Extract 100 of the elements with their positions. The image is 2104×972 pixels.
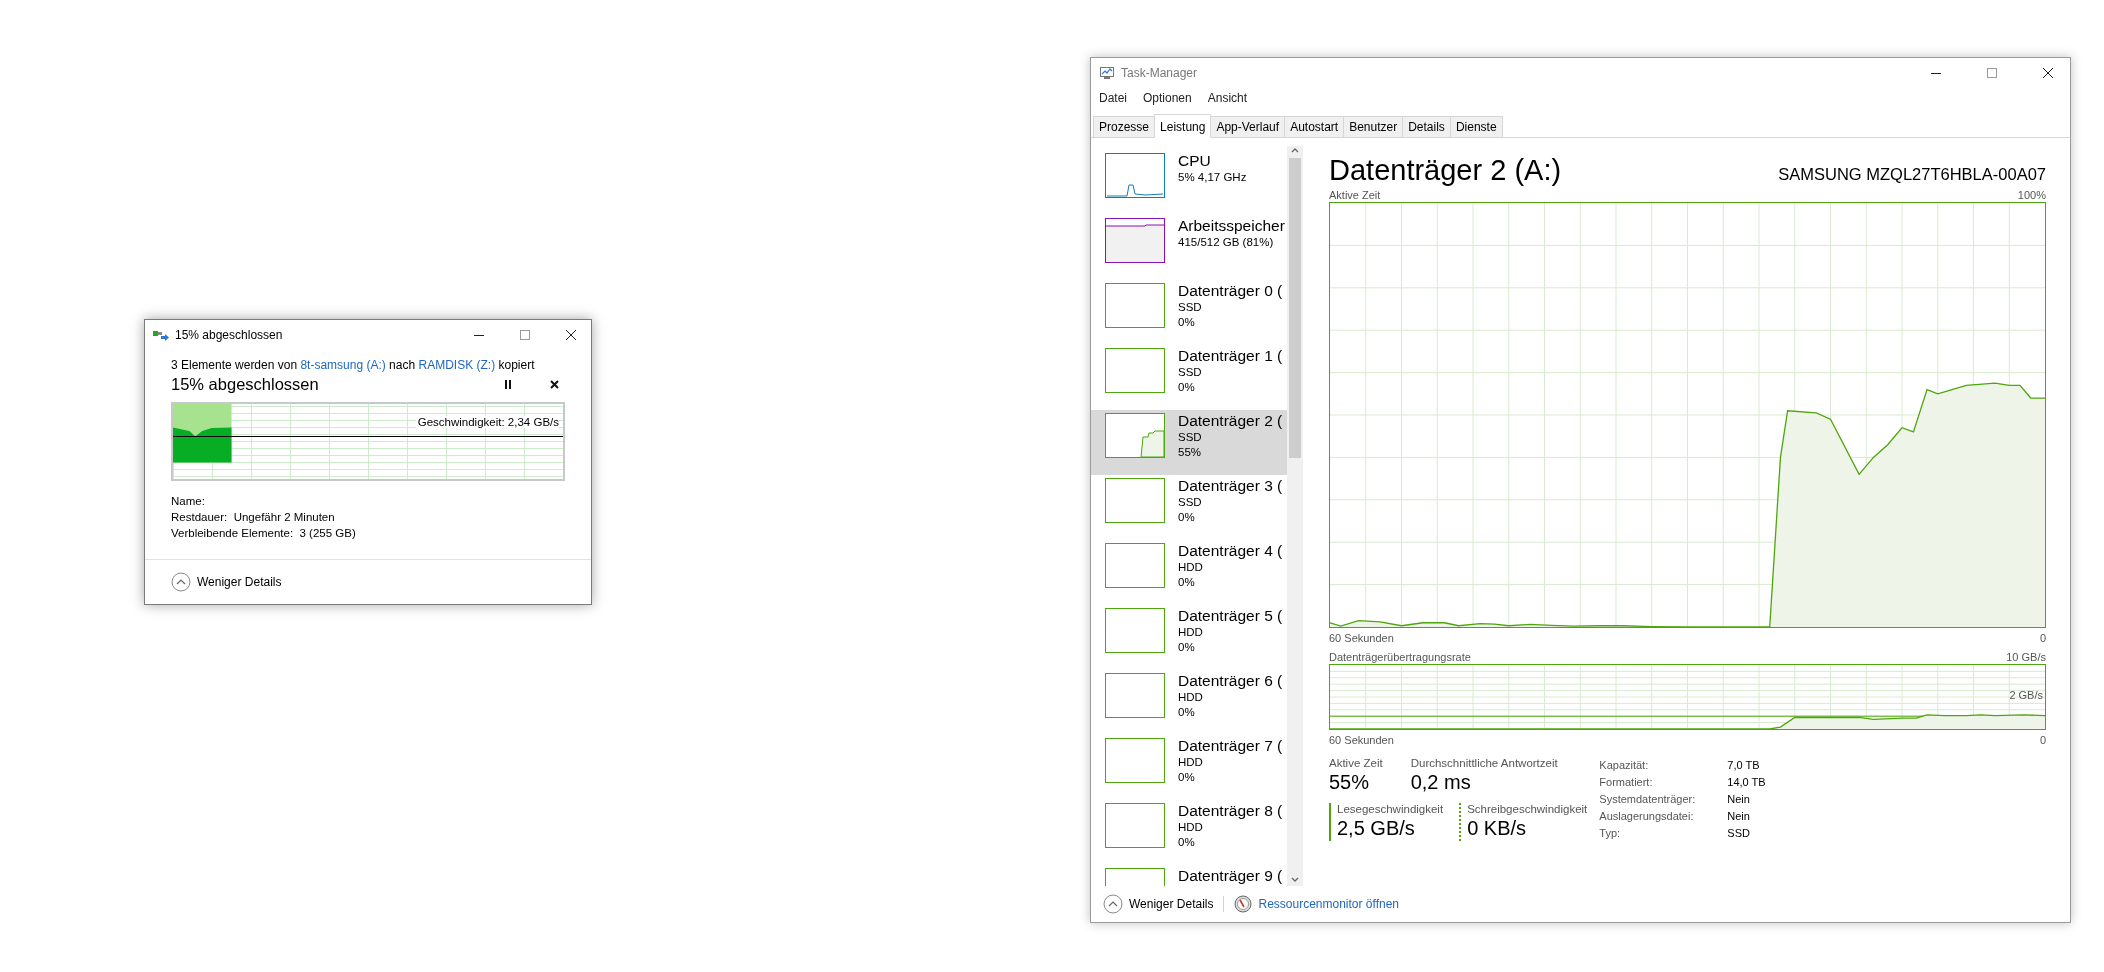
usage-thumbnail — [1105, 543, 1165, 588]
cancel-button[interactable] — [548, 378, 561, 391]
resource-item[interactable]: Datenträger 9 ( — [1091, 865, 1287, 886]
disk-model: SAMSUNG MZQL27T6HBLA-00A07 — [1778, 165, 2046, 185]
stat-value: 0 KB/s — [1467, 816, 1528, 841]
resource-item[interactable]: Datenträger 6 ( HDD 0% — [1091, 670, 1287, 735]
resource-detail: 5% 4,17 GHz — [1178, 170, 1247, 185]
resource-detail: HDD — [1178, 560, 1204, 575]
scale-mark-label: 2 GB/s — [2009, 689, 2043, 701]
resource-name: Datenträger 2 ( — [1178, 411, 1283, 430]
collapse-icon[interactable] — [1103, 894, 1123, 914]
property-value: SSD — [1727, 826, 1751, 841]
resource-item[interactable]: Datenträger 3 ( SSD 0% — [1091, 475, 1287, 540]
resource-item[interactable]: Datenträger 1 ( SSD 0% — [1091, 345, 1287, 410]
resource-item[interactable]: Datenträger 5 ( HDD 0% — [1091, 605, 1287, 670]
gauge-icon — [1234, 895, 1253, 913]
resource-detail: HDD — [1178, 820, 1204, 835]
fewer-details-button[interactable]: Weniger Details — [1129, 897, 1214, 911]
resource-name: Datenträger 5 ( — [1178, 606, 1283, 625]
usage-thumbnail — [1105, 608, 1165, 653]
tab[interactable]: Prozesse — [1093, 116, 1156, 137]
menu-item[interactable]: Ansicht — [1207, 91, 1248, 107]
usage-thumbnail — [1105, 283, 1165, 328]
stat-label: Lesegeschwindigkeit — [1337, 803, 1444, 815]
resource-detail: SSD — [1178, 365, 1203, 380]
property-value: Nein — [1727, 809, 1751, 824]
window-title: Task-Manager — [1121, 66, 1198, 80]
copy-message: 3 Elemente werden von 8t-samsung (A:) nach RAMDISK (Z:) kopiert — [171, 358, 536, 372]
resource-name: Arbeitsspeicher — [1178, 216, 1285, 235]
stat-label: Aktive Zeit — [1329, 757, 1383, 769]
resource-usage: 55% — [1178, 445, 1203, 460]
time-span-label: 60 Sekunden — [1329, 733, 1394, 747]
resource-item[interactable]: Datenträger 2 ( SSD 55% — [1091, 410, 1287, 475]
resource-detail: HDD — [1178, 625, 1204, 640]
axis-min-label: 0 — [2039, 631, 2046, 645]
tab[interactable]: Dienste — [1449, 116, 1503, 137]
folder-link[interactable]: RAMDISK (Z:) — [418, 358, 496, 372]
resource-name: Datenträger 3 ( — [1178, 476, 1283, 495]
stat-value: 0,2 ms — [1410, 770, 1472, 795]
speed-label: Geschwindigkeit: 2,34 GB/s — [415, 416, 559, 428]
menu-item[interactable]: Optionen — [1143, 91, 1192, 107]
tab[interactable]: App-Verlauf — [1210, 116, 1286, 137]
scroll-up-icon[interactable] — [1290, 146, 1300, 154]
axis-min-label: 0 — [2039, 733, 2046, 747]
resource-name: Datenträger 7 ( — [1178, 736, 1283, 755]
maximize-icon[interactable] — [1986, 67, 1998, 79]
resource-monitor-link[interactable]: Ressourcenmonitor öffnen — [1258, 897, 1399, 911]
usage-thumbnail — [1105, 153, 1165, 198]
graph-label: Aktive Zeit — [1329, 188, 1381, 202]
property-value: 7,0 TB — [1727, 758, 1761, 773]
pause-button[interactable] — [502, 378, 514, 391]
resource-usage: 0% — [1178, 770, 1196, 785]
resource-item[interactable]: Arbeitsspeicher 415/512 GB (81%) — [1091, 215, 1287, 280]
scrollbar[interactable] — [1287, 146, 1303, 886]
resource-detail: SSD — [1178, 300, 1203, 315]
copy-icon — [153, 329, 169, 341]
stat-value: 2,5 GB/s — [1337, 816, 1416, 841]
property-value: Nein — [1727, 792, 1751, 807]
resource-name: Datenträger 1 ( — [1178, 346, 1283, 365]
tab[interactable]: Leistung — [1154, 114, 1212, 138]
graph-label: Datenträgerübertragungsrate — [1329, 650, 1471, 664]
usage-thumbnail — [1105, 348, 1165, 393]
usage-thumbnail — [1105, 413, 1165, 458]
detail-line: Name: — [171, 494, 206, 509]
scroll-thumb[interactable] — [1289, 158, 1301, 458]
property-label: Typ: — [1599, 826, 1622, 841]
resource-detail: SSD — [1178, 430, 1203, 445]
scroll-down-icon[interactable] — [1290, 876, 1300, 884]
menu-item[interactable]: Datei — [1099, 91, 1127, 107]
tab[interactable]: Benutzer — [1343, 116, 1404, 137]
close-icon — [550, 380, 559, 389]
resource-item[interactable]: Datenträger 0 ( SSD 0% — [1091, 280, 1287, 345]
collapse-icon[interactable] — [171, 572, 191, 592]
maximize-icon[interactable] — [519, 329, 531, 341]
resource-name: Datenträger 8 ( — [1178, 801, 1283, 820]
folder-link[interactable]: 8t-samsung (A:) — [300, 358, 386, 372]
fewer-details-button[interactable]: Weniger Details — [197, 575, 282, 589]
stat-label: Schreibgeschwindigkeit — [1467, 803, 1588, 815]
window-title: 15% abgeschlossen — [175, 328, 283, 342]
task-manager-icon — [1099, 66, 1115, 80]
resource-item[interactable]: Datenträger 4 ( HDD 0% — [1091, 540, 1287, 605]
resource-usage: 0% — [1178, 315, 1196, 330]
resource-item[interactable]: CPU 5% 4,17 GHz — [1091, 150, 1287, 215]
resource-item[interactable]: Datenträger 8 ( HDD 0% — [1091, 800, 1287, 865]
axis-max-label: 100% — [2017, 188, 2046, 202]
property-label: Kapazität: — [1599, 758, 1650, 773]
resource-name: Datenträger 6 ( — [1178, 671, 1283, 690]
close-icon[interactable] — [565, 329, 577, 341]
tab[interactable]: Autostart — [1284, 116, 1345, 137]
resource-name: CPU — [1178, 151, 1212, 170]
resource-detail: HDD — [1178, 755, 1204, 770]
detail-line: Verbleibende Elemente: 3 (255 GB) — [171, 526, 357, 541]
resource-usage: 0% — [1178, 835, 1196, 850]
resource-usage: 0% — [1178, 575, 1196, 590]
resource-usage: 0% — [1178, 705, 1196, 720]
close-icon[interactable] — [2042, 67, 2054, 79]
tab[interactable]: Details — [1402, 116, 1451, 137]
resource-detail: 415/512 GB (81%) — [1178, 235, 1275, 250]
resource-name: Datenträger 4 ( — [1178, 541, 1283, 560]
resource-item[interactable]: Datenträger 7 ( HDD 0% — [1091, 735, 1287, 800]
